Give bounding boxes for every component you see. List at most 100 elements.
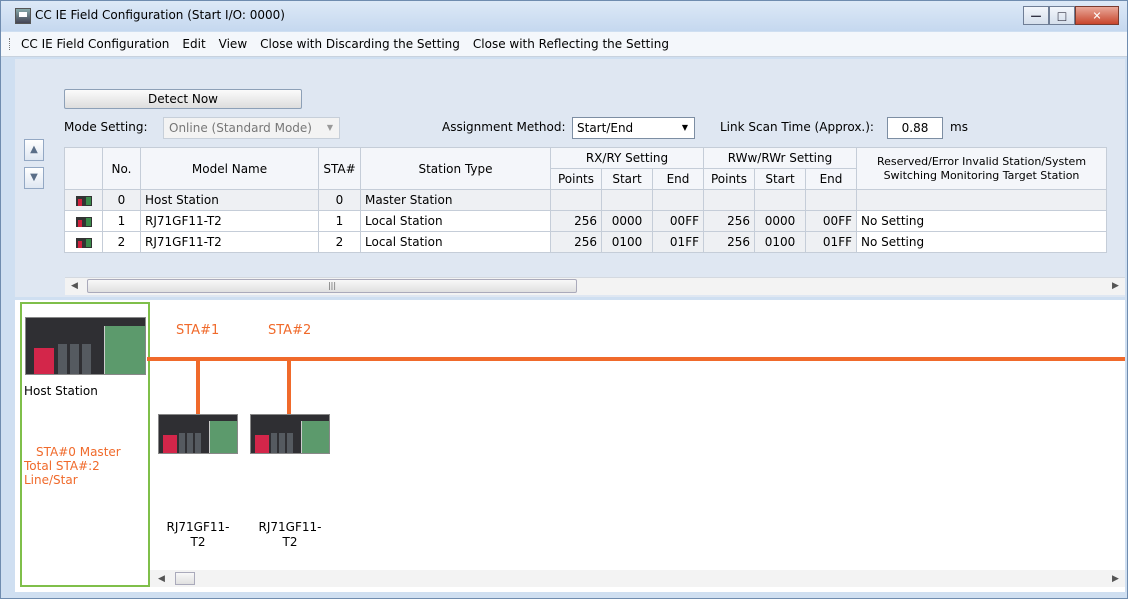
mode-setting-label: Mode Setting: bbox=[64, 120, 148, 134]
table-scroll-thumb[interactable]: ||| bbox=[87, 279, 577, 293]
scroll-left-icon[interactable]: ◀ bbox=[71, 281, 78, 291]
cell-model: Host Station bbox=[140, 189, 319, 211]
header-rw-points: Points bbox=[703, 168, 755, 190]
cell-reserved: No Setting bbox=[856, 210, 1107, 232]
cell-sta: 1 bbox=[318, 210, 361, 232]
cell-rw-end bbox=[805, 189, 857, 211]
header-reserved-line1: Reserved/Error Invalid Station/System bbox=[876, 154, 1087, 168]
cell-rx-points bbox=[550, 189, 602, 211]
title-bar: CC IE Field Configuration (Start I/O: 00… bbox=[1, 1, 1127, 31]
station-icon bbox=[64, 189, 103, 211]
header-rx-ry-setting: RX/RY Setting bbox=[550, 147, 704, 169]
triangle-up-icon: ▲ bbox=[30, 144, 38, 155]
maximize-button[interactable]: □ bbox=[1049, 6, 1075, 25]
menu-close-discarding[interactable]: Close with Discarding the Setting bbox=[260, 37, 460, 51]
close-button[interactable]: ✕ bbox=[1075, 6, 1119, 25]
cell-model: RJ71GF11-T2 bbox=[140, 231, 319, 253]
cell-rw-points bbox=[703, 189, 755, 211]
table-row[interactable]: 1 RJ71GF11-T2 1 Local Station 256 0000 0… bbox=[64, 210, 1107, 232]
station-icon bbox=[64, 231, 103, 253]
sta2-device-label: RJ71GF11- T2 bbox=[250, 520, 330, 550]
sta1-device-label-line2: T2 bbox=[190, 535, 206, 549]
cell-type: Master Station bbox=[360, 189, 551, 211]
cell-rx-start: 0100 bbox=[601, 231, 653, 253]
move-up-button[interactable]: ▲ bbox=[24, 139, 44, 161]
move-down-button[interactable]: ▼ bbox=[24, 167, 44, 189]
link-scan-time-unit: ms bbox=[950, 120, 968, 134]
sta1-device-label-line1: RJ71GF11- bbox=[166, 520, 230, 534]
host-station-label: Host Station bbox=[24, 384, 98, 398]
sta2-device-image[interactable] bbox=[250, 414, 330, 454]
minimize-icon: — bbox=[1030, 9, 1042, 22]
menu-cc-ie-field-configuration[interactable]: CC IE Field Configuration bbox=[21, 37, 169, 51]
assignment-method-label: Assignment Method: bbox=[442, 120, 566, 134]
header-rx-end: End bbox=[652, 168, 704, 190]
cell-rx-end bbox=[652, 189, 704, 211]
cell-rx-end: 01FF bbox=[652, 231, 704, 253]
app-icon bbox=[15, 8, 31, 24]
assignment-method-select[interactable]: Start/End ▼ bbox=[572, 117, 695, 139]
menu-view[interactable]: View bbox=[219, 37, 247, 51]
sta1-device-label: RJ71GF11- T2 bbox=[158, 520, 238, 550]
menu-bar: CC IE Field Configuration Edit View Clos… bbox=[1, 32, 1127, 57]
scroll-right-icon[interactable]: ▶ bbox=[1112, 281, 1119, 291]
header-rw-start: Start bbox=[754, 168, 806, 190]
header-rx-start: Start bbox=[601, 168, 653, 190]
header-rx-points: Points bbox=[550, 168, 602, 190]
network-line bbox=[147, 357, 1125, 361]
sta1-connector bbox=[196, 360, 200, 415]
cell-rx-start: 0000 bbox=[601, 210, 653, 232]
sta2-device-label-line2: T2 bbox=[282, 535, 298, 549]
cell-no: 0 bbox=[102, 189, 141, 211]
cell-rw-points: 256 bbox=[703, 210, 755, 232]
cell-rw-end: 01FF bbox=[805, 231, 857, 253]
chevron-down-icon: ▼ bbox=[326, 123, 333, 132]
host-info-line1: STA#0 Master bbox=[36, 445, 121, 459]
sta1-device-image[interactable] bbox=[158, 414, 238, 454]
host-info-line2: Total STA#:2 bbox=[24, 459, 100, 473]
sta2-label: STA#2 bbox=[268, 323, 312, 338]
scroll-right-icon[interactable]: ▶ bbox=[1112, 574, 1119, 584]
sta2-device-label-line1: RJ71GF11- bbox=[258, 520, 322, 534]
mode-setting-select[interactable]: Online (Standard Mode) ▼ bbox=[163, 117, 340, 139]
mode-setting-value: Online (Standard Mode) bbox=[169, 121, 312, 135]
link-scan-time-label: Link Scan Time (Approx.): bbox=[720, 120, 874, 134]
diagram-horizontal-scrollbar[interactable] bbox=[150, 570, 1125, 587]
station-table: No. Model Name STA# Station Type RX/RY S… bbox=[64, 147, 1107, 253]
menu-edit[interactable]: Edit bbox=[182, 37, 205, 51]
assignment-method-value: Start/End bbox=[577, 121, 634, 135]
side-toolbar: ▲ ▼ bbox=[15, 59, 55, 297]
scroll-left-icon[interactable]: ◀ bbox=[158, 574, 165, 584]
host-info-line3: Line/Star bbox=[24, 473, 78, 487]
header-rww-rwr-setting: RWw/RWr Setting bbox=[703, 147, 857, 169]
header-sta: STA# bbox=[318, 147, 361, 190]
cell-rx-points: 256 bbox=[550, 231, 602, 253]
header-reserved-line2: Switching Monitoring Target Station bbox=[883, 168, 1080, 182]
window-title: CC IE Field Configuration (Start I/O: 00… bbox=[35, 8, 285, 22]
cell-sta: 2 bbox=[318, 231, 361, 253]
triangle-down-icon: ▼ bbox=[30, 172, 38, 183]
link-scan-time-field: 0.88 bbox=[887, 117, 943, 139]
cell-model: RJ71GF11-T2 bbox=[140, 210, 319, 232]
sta2-connector bbox=[287, 360, 291, 415]
cell-no: 1 bbox=[102, 210, 141, 232]
diagram-scroll-thumb[interactable] bbox=[175, 572, 195, 585]
maximize-icon: □ bbox=[1056, 9, 1068, 22]
cell-rw-start: 0100 bbox=[754, 231, 806, 253]
menu-close-reflecting[interactable]: Close with Reflecting the Setting bbox=[473, 37, 669, 51]
header-rw-end: End bbox=[805, 168, 857, 190]
sta1-label: STA#1 bbox=[176, 323, 220, 338]
chevron-down-icon: ▼ bbox=[681, 123, 688, 132]
table-row[interactable]: 2 RJ71GF11-T2 2 Local Station 256 0100 0… bbox=[64, 231, 1107, 253]
cell-rw-start bbox=[754, 189, 806, 211]
table-row[interactable]: 0 Host Station 0 Master Station bbox=[64, 189, 1107, 211]
cell-type: Local Station bbox=[360, 210, 551, 232]
minimize-button[interactable]: — bbox=[1023, 6, 1049, 25]
header-station-type: Station Type bbox=[360, 147, 551, 190]
host-plc-image[interactable] bbox=[25, 317, 146, 375]
detect-now-button[interactable]: Detect Now bbox=[64, 89, 302, 109]
cell-sta: 0 bbox=[318, 189, 361, 211]
header-no: No. bbox=[102, 147, 141, 190]
close-icon: ✕ bbox=[1092, 9, 1102, 22]
cell-rw-start: 0000 bbox=[754, 210, 806, 232]
